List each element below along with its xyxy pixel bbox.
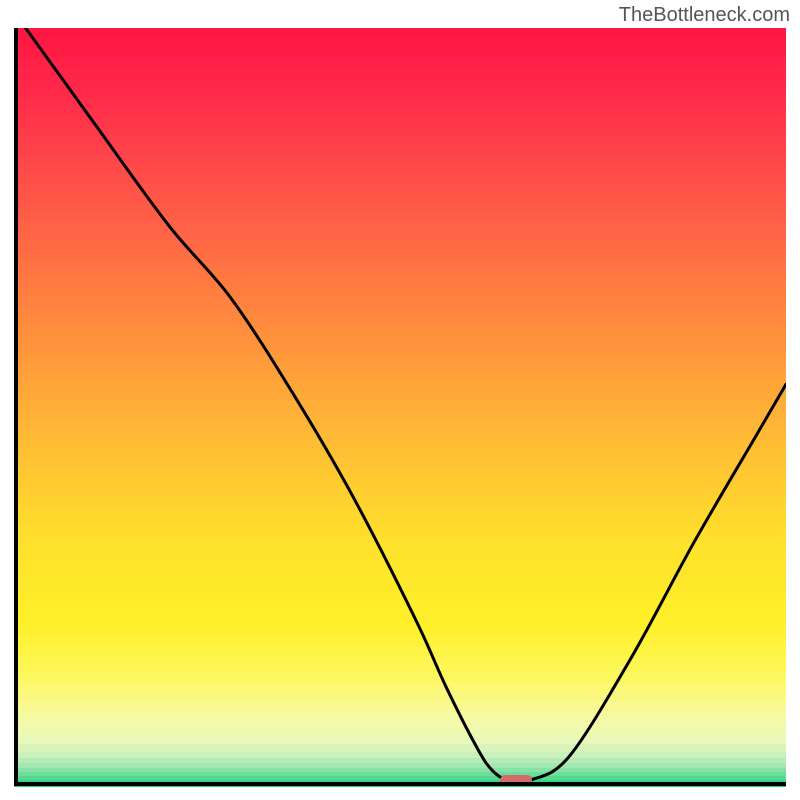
bottleneck-curve	[14, 28, 786, 786]
chart-container: TheBottleneck.com	[0, 0, 800, 800]
plot-area	[14, 28, 786, 786]
bottleneck-marker	[500, 775, 532, 785]
watermark-text: TheBottleneck.com	[619, 4, 790, 27]
